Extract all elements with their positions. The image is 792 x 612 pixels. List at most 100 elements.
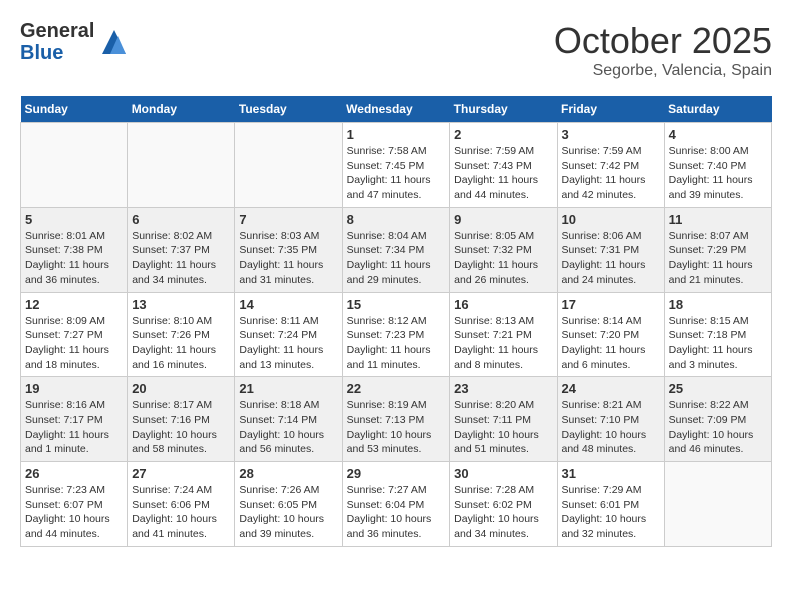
weekday-header-row: SundayMondayTuesdayWednesdayThursdayFrid… xyxy=(21,96,772,123)
table-row: 26 Sunrise: 7:23 AM Sunset: 6:07 PM Dayli… xyxy=(21,462,128,547)
day-number: 6 xyxy=(132,212,230,227)
weekday-friday: Friday xyxy=(557,96,664,123)
table-row: 13 Sunrise: 8:10 AM Sunset: 7:26 PM Dayli… xyxy=(128,292,235,377)
day-number: 14 xyxy=(239,297,337,312)
table-row: 24 Sunrise: 8:21 AM Sunset: 7:10 PM Dayli… xyxy=(557,377,664,462)
weekday-saturday: Saturday xyxy=(664,96,771,123)
day-number: 24 xyxy=(562,381,660,396)
table-row: 15 Sunrise: 8:12 AM Sunset: 7:23 PM Dayli… xyxy=(342,292,450,377)
logo-text: General Blue xyxy=(20,20,94,64)
table-row: 5 Sunrise: 8:01 AM Sunset: 7:38 PM Daylig… xyxy=(21,207,128,292)
day-number: 22 xyxy=(347,381,446,396)
day-info: Sunrise: 8:15 AM Sunset: 7:18 PM Dayligh… xyxy=(669,314,767,373)
day-info: Sunrise: 8:09 AM Sunset: 7:27 PM Dayligh… xyxy=(25,314,123,373)
day-number: 12 xyxy=(25,297,123,312)
logo: General Blue xyxy=(20,20,130,64)
calendar-week-4: 19 Sunrise: 8:16 AM Sunset: 7:17 PM Dayli… xyxy=(21,377,772,462)
table-row xyxy=(664,462,771,547)
day-number: 27 xyxy=(132,466,230,481)
table-row: 25 Sunrise: 8:22 AM Sunset: 7:09 PM Dayli… xyxy=(664,377,771,462)
day-number: 9 xyxy=(454,212,552,227)
day-info: Sunrise: 8:17 AM Sunset: 7:16 PM Dayligh… xyxy=(132,398,230,457)
day-info: Sunrise: 7:23 AM Sunset: 6:07 PM Dayligh… xyxy=(25,483,123,542)
table-row xyxy=(235,123,342,208)
day-number: 18 xyxy=(669,297,767,312)
day-number: 16 xyxy=(454,297,552,312)
day-info: Sunrise: 8:05 AM Sunset: 7:32 PM Dayligh… xyxy=(454,229,552,288)
day-number: 21 xyxy=(239,381,337,396)
table-row: 27Sunrise: 7:24 AM Sunset: 6:06 PM Dayli… xyxy=(128,462,235,547)
day-number: 1 xyxy=(347,127,446,142)
day-info: Sunrise: 7:26 AM Sunset: 6:05 PM Dayligh… xyxy=(239,483,337,542)
day-number: 30 xyxy=(454,466,552,481)
table-row: 17 Sunrise: 8:14 AM Sunset: 7:20 PM Dayli… xyxy=(557,292,664,377)
table-row: 4Sunrise: 8:00 AM Sunset: 7:40 PM Daylig… xyxy=(664,123,771,208)
day-info: Sunrise: 8:13 AM Sunset: 7:21 PM Dayligh… xyxy=(454,314,552,373)
day-number: 3 xyxy=(562,127,660,142)
title-block: October 2025 Segorbe, Valencia, Spain xyxy=(554,20,772,80)
day-info: Sunrise: 8:04 AM Sunset: 7:34 PM Dayligh… xyxy=(347,229,446,288)
page-header: General Blue October 2025 Segorbe, Valen… xyxy=(20,20,772,80)
logo-general: General xyxy=(20,20,94,42)
calendar-week-5: 26 Sunrise: 7:23 AM Sunset: 6:07 PM Dayli… xyxy=(21,462,772,547)
table-row: 28 Sunrise: 7:26 AM Sunset: 6:05 PM Dayli… xyxy=(235,462,342,547)
day-number: 17 xyxy=(562,297,660,312)
table-row: 9 Sunrise: 8:05 AM Sunset: 7:32 PM Daylig… xyxy=(450,207,557,292)
day-info: Sunrise: 8:16 AM Sunset: 7:17 PM Dayligh… xyxy=(25,398,123,457)
weekday-monday: Monday xyxy=(128,96,235,123)
weekday-wednesday: Wednesday xyxy=(342,96,450,123)
day-info: Sunrise: 8:22 AM Sunset: 7:09 PM Dayligh… xyxy=(669,398,767,457)
month-title: October 2025 xyxy=(554,20,772,62)
day-info: Sunrise: 8:11 AM Sunset: 7:24 PM Dayligh… xyxy=(239,314,337,373)
day-info: Sunrise: 8:03 AM Sunset: 7:35 PM Dayligh… xyxy=(239,229,337,288)
day-number: 28 xyxy=(239,466,337,481)
day-info: Sunrise: 8:10 AM Sunset: 7:26 PM Dayligh… xyxy=(132,314,230,373)
day-number: 29 xyxy=(347,466,446,481)
table-row: 30 Sunrise: 7:28 AM Sunset: 6:02 PM Dayli… xyxy=(450,462,557,547)
day-info: Sunrise: 8:19 AM Sunset: 7:13 PM Dayligh… xyxy=(347,398,446,457)
table-row: 16 Sunrise: 8:13 AM Sunset: 7:21 PM Dayli… xyxy=(450,292,557,377)
day-info: Sunrise: 7:28 AM Sunset: 6:02 PM Dayligh… xyxy=(454,483,552,542)
calendar-week-1: 1 Sunrise: 7:58 AM Sunset: 7:45 PM Daylig… xyxy=(21,123,772,208)
calendar-week-2: 5 Sunrise: 8:01 AM Sunset: 7:38 PM Daylig… xyxy=(21,207,772,292)
day-info: Sunrise: 8:06 AM Sunset: 7:31 PM Dayligh… xyxy=(562,229,660,288)
weekday-tuesday: Tuesday xyxy=(235,96,342,123)
day-number: 13 xyxy=(132,297,230,312)
day-info: Sunrise: 7:27 AM Sunset: 6:04 PM Dayligh… xyxy=(347,483,446,542)
location: Segorbe, Valencia, Spain xyxy=(554,62,772,80)
table-row xyxy=(128,123,235,208)
table-row: 14 Sunrise: 8:11 AM Sunset: 7:24 PM Dayli… xyxy=(235,292,342,377)
table-row: 11Sunrise: 8:07 AM Sunset: 7:29 PM Dayli… xyxy=(664,207,771,292)
table-row: 1 Sunrise: 7:58 AM Sunset: 7:45 PM Daylig… xyxy=(342,123,450,208)
table-row: 10 Sunrise: 8:06 AM Sunset: 7:31 PM Dayli… xyxy=(557,207,664,292)
day-number: 26 xyxy=(25,466,123,481)
day-number: 19 xyxy=(25,381,123,396)
day-number: 5 xyxy=(25,212,123,227)
day-number: 2 xyxy=(454,127,552,142)
day-number: 8 xyxy=(347,212,446,227)
table-row: 29 Sunrise: 7:27 AM Sunset: 6:04 PM Dayli… xyxy=(342,462,450,547)
day-info: Sunrise: 7:59 AM Sunset: 7:42 PM Dayligh… xyxy=(562,144,660,203)
day-info: Sunrise: 8:14 AM Sunset: 7:20 PM Dayligh… xyxy=(562,314,660,373)
table-row: 2Sunrise: 7:59 AM Sunset: 7:43 PM Daylig… xyxy=(450,123,557,208)
day-number: 15 xyxy=(347,297,446,312)
day-info: Sunrise: 8:20 AM Sunset: 7:11 PM Dayligh… xyxy=(454,398,552,457)
day-info: Sunrise: 7:58 AM Sunset: 7:45 PM Dayligh… xyxy=(347,144,446,203)
day-info: Sunrise: 8:21 AM Sunset: 7:10 PM Dayligh… xyxy=(562,398,660,457)
table-row: 20Sunrise: 8:17 AM Sunset: 7:16 PM Dayli… xyxy=(128,377,235,462)
day-number: 10 xyxy=(562,212,660,227)
day-info: Sunrise: 8:12 AM Sunset: 7:23 PM Dayligh… xyxy=(347,314,446,373)
table-row: 22 Sunrise: 8:19 AM Sunset: 7:13 PM Dayli… xyxy=(342,377,450,462)
table-row: 12 Sunrise: 8:09 AM Sunset: 7:27 PM Dayli… xyxy=(21,292,128,377)
table-row: 31Sunrise: 7:29 AM Sunset: 6:01 PM Dayli… xyxy=(557,462,664,547)
day-number: 4 xyxy=(669,127,767,142)
day-number: 23 xyxy=(454,381,552,396)
table-row: 18 Sunrise: 8:15 AM Sunset: 7:18 PM Dayli… xyxy=(664,292,771,377)
day-number: 25 xyxy=(669,381,767,396)
weekday-thursday: Thursday xyxy=(450,96,557,123)
day-info: Sunrise: 8:01 AM Sunset: 7:38 PM Dayligh… xyxy=(25,229,123,288)
logo-blue: Blue xyxy=(20,42,94,64)
table-row: 23 Sunrise: 8:20 AM Sunset: 7:11 PM Dayli… xyxy=(450,377,557,462)
table-row: 8 Sunrise: 8:04 AM Sunset: 7:34 PM Daylig… xyxy=(342,207,450,292)
day-number: 11 xyxy=(669,212,767,227)
